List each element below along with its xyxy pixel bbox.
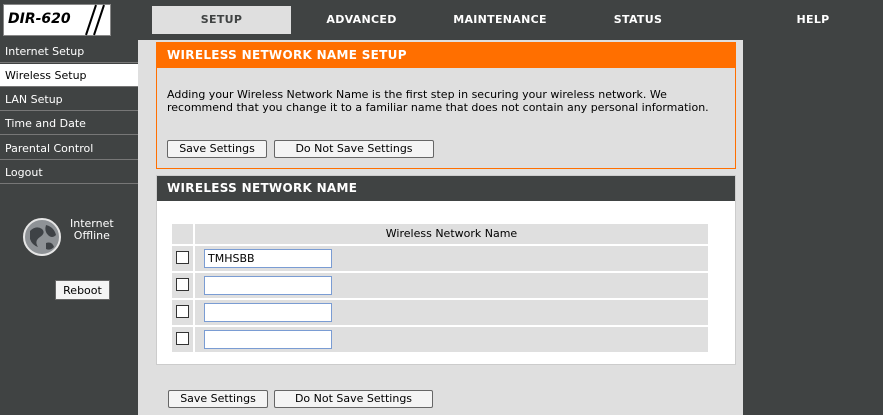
setup-box-description: Adding your Wireless Network Name is the… <box>167 88 709 114</box>
main-content: WIRELESS NETWORK NAME SETUP Adding your … <box>138 40 743 415</box>
table-row <box>195 300 708 325</box>
tab-advanced[interactable]: ADVANCED <box>293 6 430 34</box>
sidebar-item-parental-control[interactable]: Parental Control <box>0 137 138 160</box>
row-checkbox[interactable] <box>176 332 189 345</box>
network-name-field[interactable] <box>204 276 332 295</box>
tab-maintenance[interactable]: MAINTENANCE <box>432 6 568 34</box>
table-row-checkbox-cell <box>172 273 193 298</box>
internet-status-line2: Offline <box>73 229 110 242</box>
setup-box-title: WIRELESS NETWORK NAME SETUP <box>157 43 735 68</box>
setup-box: WIRELESS NETWORK NAME SETUP Adding your … <box>156 42 736 169</box>
row-checkbox[interactable] <box>176 305 189 318</box>
internet-status: Internet Offline <box>70 218 114 242</box>
save-settings-button[interactable]: Save Settings <box>167 140 267 158</box>
help-column <box>743 40 883 415</box>
table-row-checkbox-cell <box>172 300 193 325</box>
sidebar: Internet Setup Wireless Setup LAN Setup … <box>0 40 138 415</box>
table-row-checkbox-cell <box>172 246 193 271</box>
table-row <box>195 273 708 298</box>
logo-text: DIR-620 <box>8 11 71 27</box>
network-name-field[interactable] <box>204 330 332 349</box>
bottom-do-not-save-settings-button[interactable]: Do Not Save Settings <box>274 390 433 408</box>
top-bar: DIR-620 SETUP ADVANCED MAINTENANCE STATU… <box>0 0 883 40</box>
row-checkbox[interactable] <box>176 251 189 264</box>
sidebar-item-time-and-date[interactable]: Time and Date <box>0 112 138 135</box>
network-name-field[interactable] <box>204 303 332 322</box>
table-header-blank <box>172 224 193 244</box>
tab-status[interactable]: STATUS <box>570 6 706 34</box>
sidebar-item-lan-setup[interactable]: LAN Setup <box>0 88 138 111</box>
globe-icon <box>23 218 61 256</box>
tab-setup[interactable]: SETUP <box>152 6 291 34</box>
network-name-table: Wireless Network Name TMHSBB <box>169 222 711 360</box>
network-name-box-title: WIRELESS NETWORK NAME <box>157 176 735 201</box>
row-checkbox[interactable] <box>176 278 189 291</box>
bottom-save-settings-button[interactable]: Save Settings <box>168 390 268 408</box>
table-row: TMHSBB <box>195 246 708 271</box>
logo-slashes-icon <box>85 4 105 36</box>
network-name-box: WIRELESS NETWORK NAME Wireless Network N… <box>156 175 736 365</box>
do-not-save-settings-button[interactable]: Do Not Save Settings <box>274 140 434 158</box>
network-name-field[interactable]: TMHSBB <box>204 249 332 268</box>
sidebar-item-logout[interactable]: Logout <box>0 161 138 184</box>
sidebar-item-wireless-setup[interactable]: Wireless Setup <box>0 64 138 87</box>
sidebar-item-internet-setup[interactable]: Internet Setup <box>0 40 138 63</box>
table-row <box>195 327 708 352</box>
column-header-network-name: Wireless Network Name <box>195 224 708 244</box>
logo: DIR-620 <box>3 4 111 36</box>
reboot-button[interactable]: Reboot <box>55 280 110 300</box>
tab-help[interactable]: HELP <box>743 6 883 34</box>
table-row-checkbox-cell <box>172 327 193 352</box>
